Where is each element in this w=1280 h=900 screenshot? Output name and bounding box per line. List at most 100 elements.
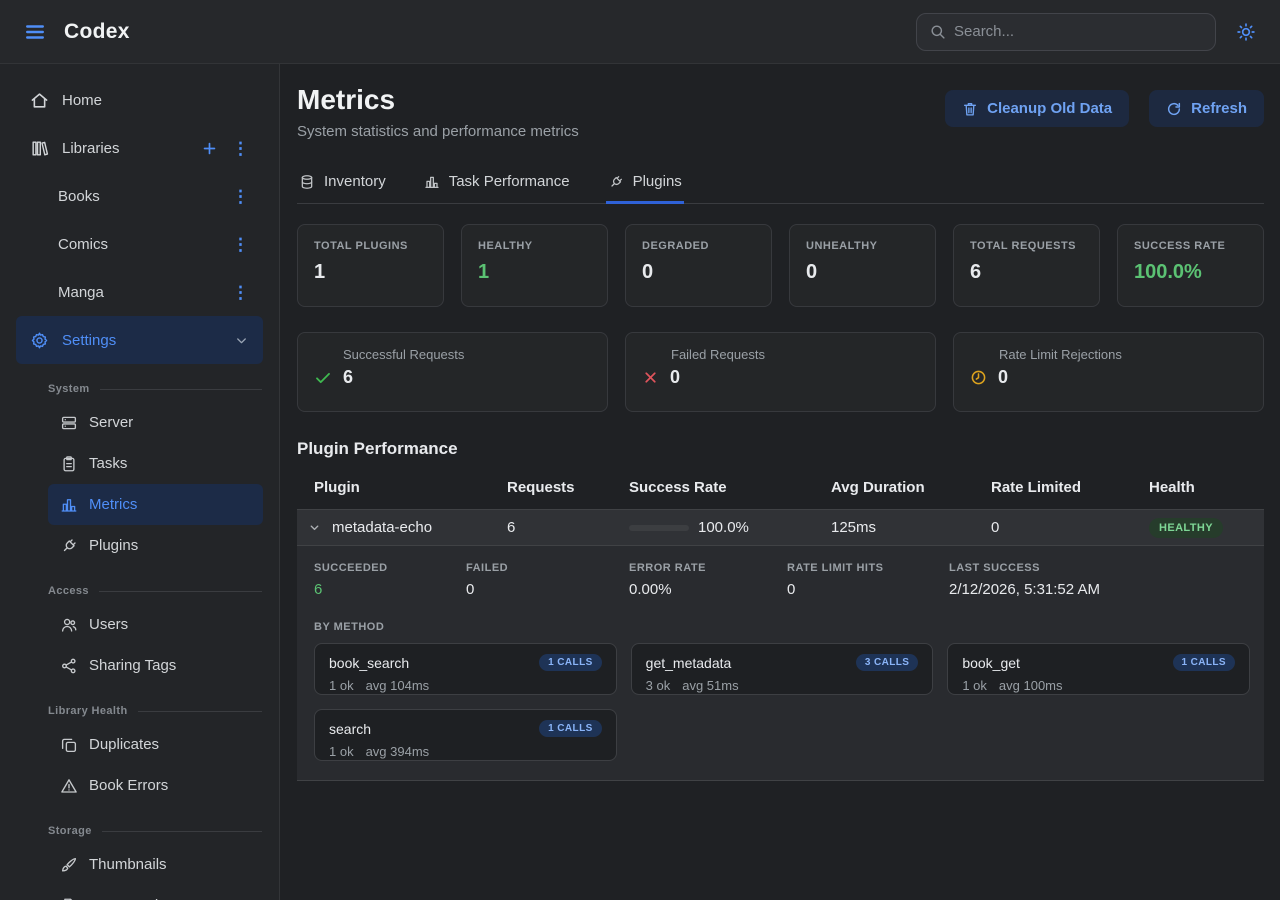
library-label: Comics xyxy=(58,236,232,253)
sidebar-item-comics[interactable]: Comics ⋮ xyxy=(16,220,263,268)
kebab-icon: ⋮ xyxy=(232,235,249,254)
sidebar-item-server[interactable]: Server xyxy=(48,402,263,443)
sun-icon xyxy=(1236,22,1256,42)
theme-toggle-button[interactable] xyxy=(1232,18,1260,46)
home-icon xyxy=(30,91,49,110)
col-health: Health xyxy=(1149,479,1264,496)
sidebar-item-label: Thumbnails xyxy=(89,856,167,873)
method-card-get-metadata: get_metadata 3 CALLS 3 ok avg 51ms xyxy=(631,643,934,695)
plug-icon xyxy=(608,174,624,190)
plugin-detail-panel: SUCCEEDED 6 FAILED 0 ERROR RATE 0.00% RA… xyxy=(297,546,1264,781)
stat-value: 1 xyxy=(478,261,591,284)
warning-icon xyxy=(60,777,78,795)
refresh-icon xyxy=(1166,101,1182,117)
col-avg-duration: Avg Duration xyxy=(831,479,991,496)
table-row[interactable]: metadata-echo 6 100.0% 125ms 0 HEALTHY xyxy=(297,509,1264,546)
server-icon xyxy=(60,414,78,432)
sidebar-item-users[interactable]: Users xyxy=(48,604,263,645)
sidebar-item-home[interactable]: Home xyxy=(16,76,263,124)
sidebar-item-metrics[interactable]: Metrics xyxy=(48,484,263,525)
manga-menu-button[interactable]: ⋮ xyxy=(232,284,249,301)
sidebar-item-label: Settings xyxy=(62,332,221,349)
tab-task-performance[interactable]: Task Performance xyxy=(422,167,572,204)
sidebar-item-plugins[interactable]: Plugins xyxy=(48,525,263,566)
method-ok: 1 ok xyxy=(329,678,354,693)
success-rate-value: 100.0% xyxy=(698,519,749,536)
plugin-rate-limited: 0 xyxy=(991,519,1149,536)
library-label: Books xyxy=(58,188,232,205)
card-failed-requests: Failed Requests 0 xyxy=(625,332,936,412)
sidebar-item-libraries[interactable]: Libraries ⋮ xyxy=(16,124,263,172)
detail-stat-failed: FAILED 0 xyxy=(466,562,629,598)
col-plugin: Plugin xyxy=(314,479,507,496)
sidebar-item-manga[interactable]: Manga ⋮ xyxy=(16,268,263,316)
hamburger-icon xyxy=(24,21,46,43)
stat-value: 6 xyxy=(343,367,353,388)
chevron-down-icon xyxy=(234,333,249,348)
calls-badge: 1 CALLS xyxy=(1173,654,1235,671)
libraries-menu-button[interactable]: ⋮ xyxy=(232,140,249,157)
page-title: Metrics xyxy=(297,84,579,116)
search-input[interactable] xyxy=(954,23,1203,40)
sidebar-item-book-errors[interactable]: Book Errors xyxy=(48,765,263,806)
plugin-performance-heading: Plugin Performance xyxy=(297,439,1264,459)
search-box xyxy=(916,13,1216,51)
card-rate-limit-rejections: Rate Limit Rejections 0 xyxy=(953,332,1264,412)
kebab-icon: ⋮ xyxy=(232,187,249,206)
col-requests: Requests xyxy=(507,479,629,496)
sidebar-item-thumbnails[interactable]: Thumbnails xyxy=(48,844,263,885)
sidebar-item-tasks[interactable]: Tasks xyxy=(48,443,263,484)
tab-plugins[interactable]: Plugins xyxy=(606,167,684,204)
divider xyxy=(102,831,262,832)
by-method-label: BY METHOD xyxy=(314,621,1250,633)
method-avg: avg 51ms xyxy=(682,678,738,693)
stat-value: 0 xyxy=(998,367,1008,388)
trash-icon xyxy=(962,101,978,117)
brush-icon xyxy=(60,856,78,874)
divider xyxy=(99,591,262,592)
sidebar-section-access: Access xyxy=(48,580,262,602)
chevron-down-icon[interactable] xyxy=(308,521,321,534)
sidebar-item-books[interactable]: Books ⋮ xyxy=(16,172,263,220)
tab-inventory[interactable]: Inventory xyxy=(297,167,388,204)
stat-card-total-requests: TOTAL REQUESTS 6 xyxy=(953,224,1100,307)
detail-stat-succeeded: SUCCEEDED 6 xyxy=(314,562,466,598)
books-menu-button[interactable]: ⋮ xyxy=(232,188,249,205)
gear-icon xyxy=(30,331,49,350)
plugin-name: metadata-echo xyxy=(332,519,432,536)
detail-stat-rate-limit-hits: RATE LIMIT HITS 0 xyxy=(787,562,949,598)
stat-value: 1 xyxy=(314,261,427,284)
hamburger-menu-button[interactable] xyxy=(20,17,50,47)
method-name: search xyxy=(329,721,371,737)
app-title: Codex xyxy=(64,20,130,44)
stat-card-degraded: DEGRADED 0 xyxy=(625,224,772,307)
database-icon xyxy=(299,174,315,190)
file-icon xyxy=(60,897,78,900)
sidebar-section-library-health: Library Health xyxy=(48,700,262,722)
method-ok: 1 ok xyxy=(962,678,987,693)
plus-icon xyxy=(201,140,218,157)
comics-menu-button[interactable]: ⋮ xyxy=(232,236,249,253)
success-rate-bar xyxy=(629,525,689,531)
library-books-icon xyxy=(30,139,49,158)
sidebar: Home Libraries ⋮ Books ⋮ Comics ⋮ Manga … xyxy=(0,64,280,900)
add-library-button[interactable] xyxy=(201,140,218,157)
plugin-requests: 6 xyxy=(507,519,629,536)
refresh-button[interactable]: Refresh xyxy=(1149,90,1264,127)
sidebar-item-settings[interactable]: Settings xyxy=(16,316,263,364)
calls-badge: 1 CALLS xyxy=(539,654,601,671)
sidebar-item-label: Server xyxy=(89,414,133,431)
method-name: book_get xyxy=(962,655,1020,671)
cleanup-old-data-button[interactable]: Cleanup Old Data xyxy=(945,90,1129,127)
sidebar-item-duplicates[interactable]: Duplicates xyxy=(48,724,263,765)
sidebar-item-page-cache[interactable]: Page Cache xyxy=(48,885,263,900)
sidebar-item-label: Plugins xyxy=(89,537,138,554)
stat-value: 100.0% xyxy=(1134,261,1247,284)
plug-icon xyxy=(60,537,78,555)
clock-icon xyxy=(970,369,987,386)
methods-grid: book_search 1 CALLS 1 ok avg 104ms get_m… xyxy=(314,643,1250,761)
divider xyxy=(138,711,262,712)
sidebar-item-sharing-tags[interactable]: Sharing Tags xyxy=(48,645,263,686)
calls-badge: 1 CALLS xyxy=(539,720,601,737)
share-icon xyxy=(60,657,78,675)
